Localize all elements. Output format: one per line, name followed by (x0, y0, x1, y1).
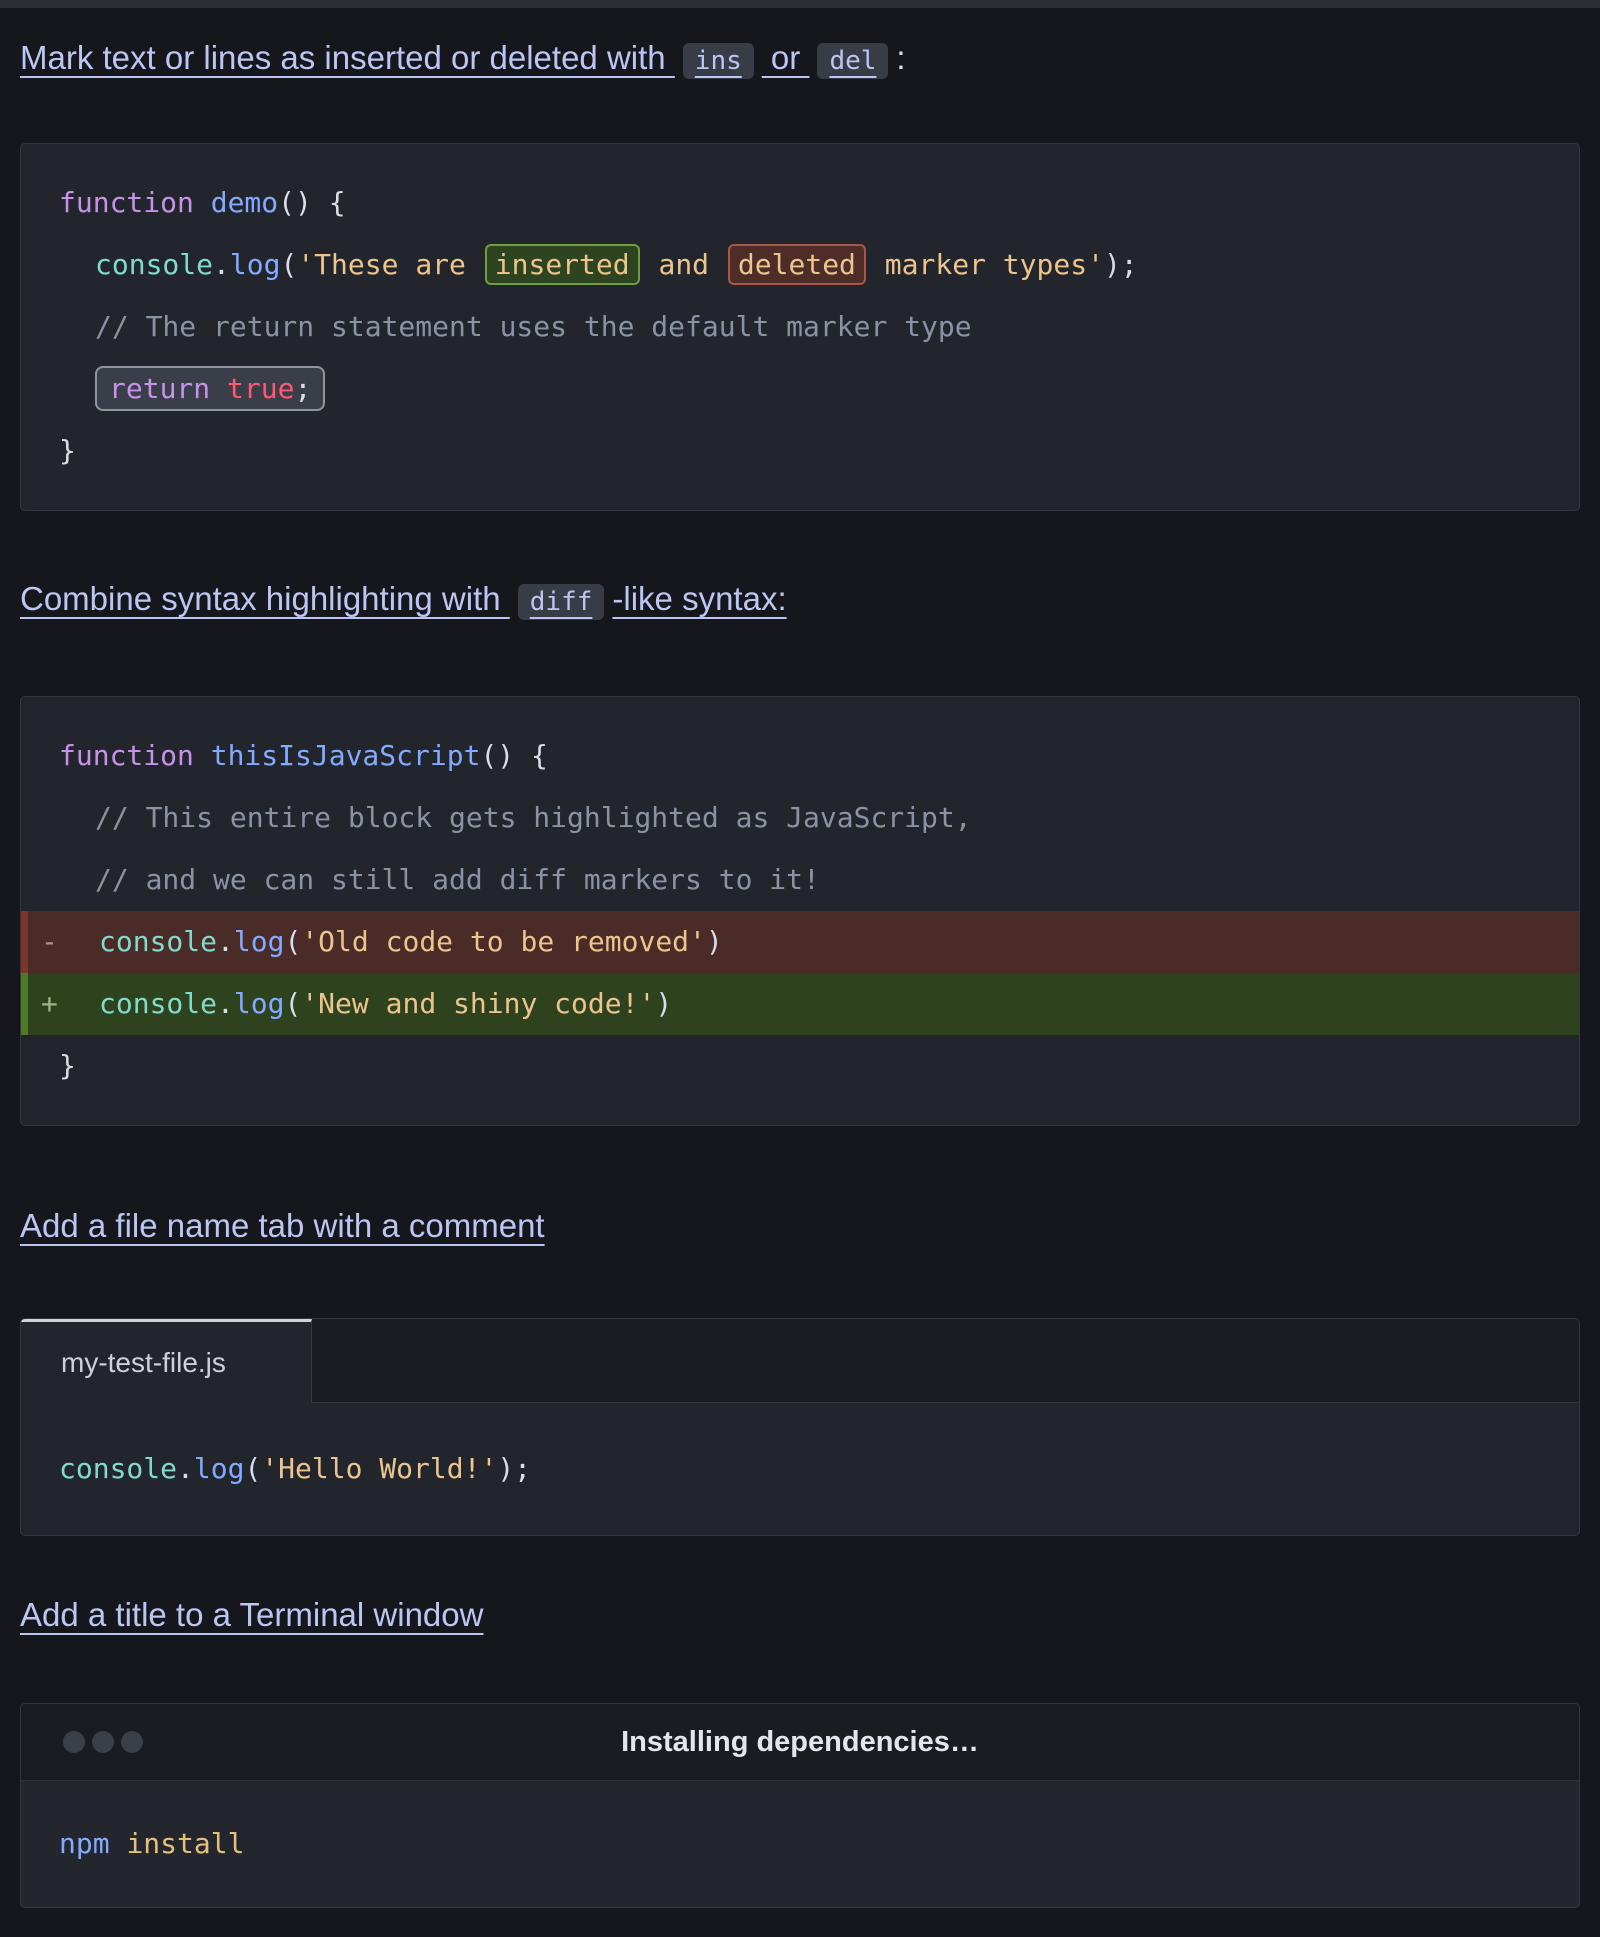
heading-text: Combine syntax highlighting with (20, 580, 510, 617)
heading-terminal-title: Add a title to a Terminal window (20, 1593, 1580, 1637)
code-line: // and we can still add diff markers to … (21, 849, 1579, 911)
punctuation-token: ); (1104, 248, 1138, 281)
code-line: // The return statement uses the default… (21, 296, 1579, 358)
doc-content: Mark text or lines as inserted or delete… (0, 36, 1600, 1908)
window-dots (63, 1731, 143, 1753)
heading-text: or (762, 39, 810, 76)
code-line: return true; (21, 358, 1579, 420)
string-token: marker types' (868, 248, 1104, 281)
code-line: function thisIsJavaScript() { (21, 725, 1579, 787)
punctuation-token: } (59, 434, 76, 467)
top-edge-strip (0, 0, 1600, 8)
heading-diff-syntax: Combine syntax highlighting with diff-li… (20, 577, 1580, 624)
object-token: console (95, 248, 213, 281)
heading-ins-del: Mark text or lines as inserted or delete… (20, 36, 1580, 83)
keyword-token: function (59, 739, 211, 772)
diff-plus-sign: + (41, 973, 58, 1035)
diff-del-line: - console.log('Old code to be removed') (21, 911, 1579, 973)
keyword-token: return (109, 372, 227, 405)
function-name-token: log (234, 987, 285, 1020)
punctuation-token: ) (655, 987, 672, 1020)
heading-colon: : (896, 39, 905, 76)
window-dot-icon (63, 1731, 85, 1753)
heading-text: -like syntax: (612, 580, 786, 617)
file-name-label: my-test-file.js (61, 1347, 226, 1379)
punctuation-token: . (217, 925, 234, 958)
diff-minus-sign: - (41, 911, 58, 973)
heading-text: Add a title to a Terminal window (20, 1596, 483, 1633)
inline-code-diff: diff (518, 584, 605, 620)
command-token: npm (59, 1827, 110, 1860)
comment-token: // and we can still add diff markers to … (95, 863, 820, 896)
string-token: and (642, 248, 726, 281)
function-name-token: demo (211, 186, 278, 219)
string-token: 'Old code to be removed' (301, 925, 706, 958)
code-line: } (21, 420, 1579, 482)
object-token: console (99, 925, 217, 958)
terminal-window: Installing dependencies… npm install (20, 1703, 1580, 1908)
heading-text: Mark text or lines as inserted or delete… (20, 39, 675, 76)
file-name-tab: my-test-file.js (21, 1319, 312, 1403)
punctuation-token: } (59, 1049, 76, 1082)
boolean-token: true (227, 372, 294, 405)
heading-diff-syntax-link[interactable]: Combine syntax highlighting with diff-li… (20, 580, 787, 617)
heading-terminal-title-link[interactable]: Add a title to a Terminal window (20, 1596, 483, 1633)
inserted-mark: inserted (485, 244, 640, 285)
code-line: // This entire block gets highlighted as… (21, 787, 1579, 849)
code-line: function demo() { (21, 172, 1579, 234)
comment-token: // This entire block gets highlighted as… (95, 801, 972, 834)
argument-token: install (126, 1827, 244, 1860)
punctuation-token: ( (244, 1452, 261, 1485)
string-token: 'These are (297, 248, 482, 281)
terminal-command-line: npm install (21, 1813, 1579, 1875)
terminal-title: Installing dependencies… (621, 1726, 979, 1759)
punctuation-token: () { (278, 186, 345, 219)
tab-bar: my-test-file.js (21, 1319, 1579, 1403)
window-dot-icon (121, 1731, 143, 1753)
punctuation-token: ); (497, 1452, 531, 1485)
diff-ins-line: + console.log('New and shiny code!') (21, 973, 1579, 1035)
punctuation-token: ) (706, 925, 723, 958)
code-line: } (21, 1035, 1579, 1097)
deleted-mark: deleted (728, 244, 866, 285)
function-name-token: log (230, 248, 281, 281)
heading-file-tab-link[interactable]: Add a file name tab with a comment (20, 1207, 545, 1244)
punctuation-token: ( (284, 987, 301, 1020)
string-token: 'Hello World!' (261, 1452, 497, 1485)
window-dot-icon (92, 1731, 114, 1753)
punctuation-token: ( (280, 248, 297, 281)
punctuation-token: . (217, 987, 234, 1020)
punctuation-token: () { (480, 739, 547, 772)
function-name-token: log (194, 1452, 245, 1485)
space-token (110, 1827, 127, 1860)
code-block-file-tab: my-test-file.js console.log('Hello World… (20, 1318, 1580, 1536)
code-block-diff: function thisIsJavaScript() { // This en… (20, 696, 1580, 1126)
heading-ins-del-link[interactable]: Mark text or lines as inserted or delete… (20, 39, 896, 76)
inline-code-del: del (817, 43, 888, 79)
code-line: console.log('Hello World!'); (21, 1438, 1579, 1500)
punctuation-token: ; (294, 372, 311, 405)
function-name-token: log (234, 925, 285, 958)
heading-text: Add a file name tab with a comment (20, 1207, 545, 1244)
heading-file-tab: Add a file name tab with a comment (20, 1204, 1580, 1248)
inline-code-ins: ins (683, 43, 754, 79)
punctuation-token: . (213, 248, 230, 281)
comment-token: // The return statement uses the default… (95, 310, 972, 343)
keyword-token: function (59, 186, 211, 219)
code-line: console.log('These are inserted and dele… (21, 234, 1579, 296)
punctuation-token: ( (284, 925, 301, 958)
string-token: 'New and shiny code!' (301, 987, 655, 1020)
code-block-marker-types: function demo() { console.log('These are… (20, 143, 1580, 511)
punctuation-token: . (177, 1452, 194, 1485)
tab-code-body: console.log('Hello World!'); (21, 1403, 1579, 1535)
default-mark: return true; (95, 366, 325, 411)
function-name-token: thisIsJavaScript (211, 739, 481, 772)
object-token: console (59, 1452, 177, 1485)
object-token: console (99, 987, 217, 1020)
terminal-header: Installing dependencies… (21, 1704, 1579, 1781)
terminal-body: npm install (21, 1781, 1579, 1907)
